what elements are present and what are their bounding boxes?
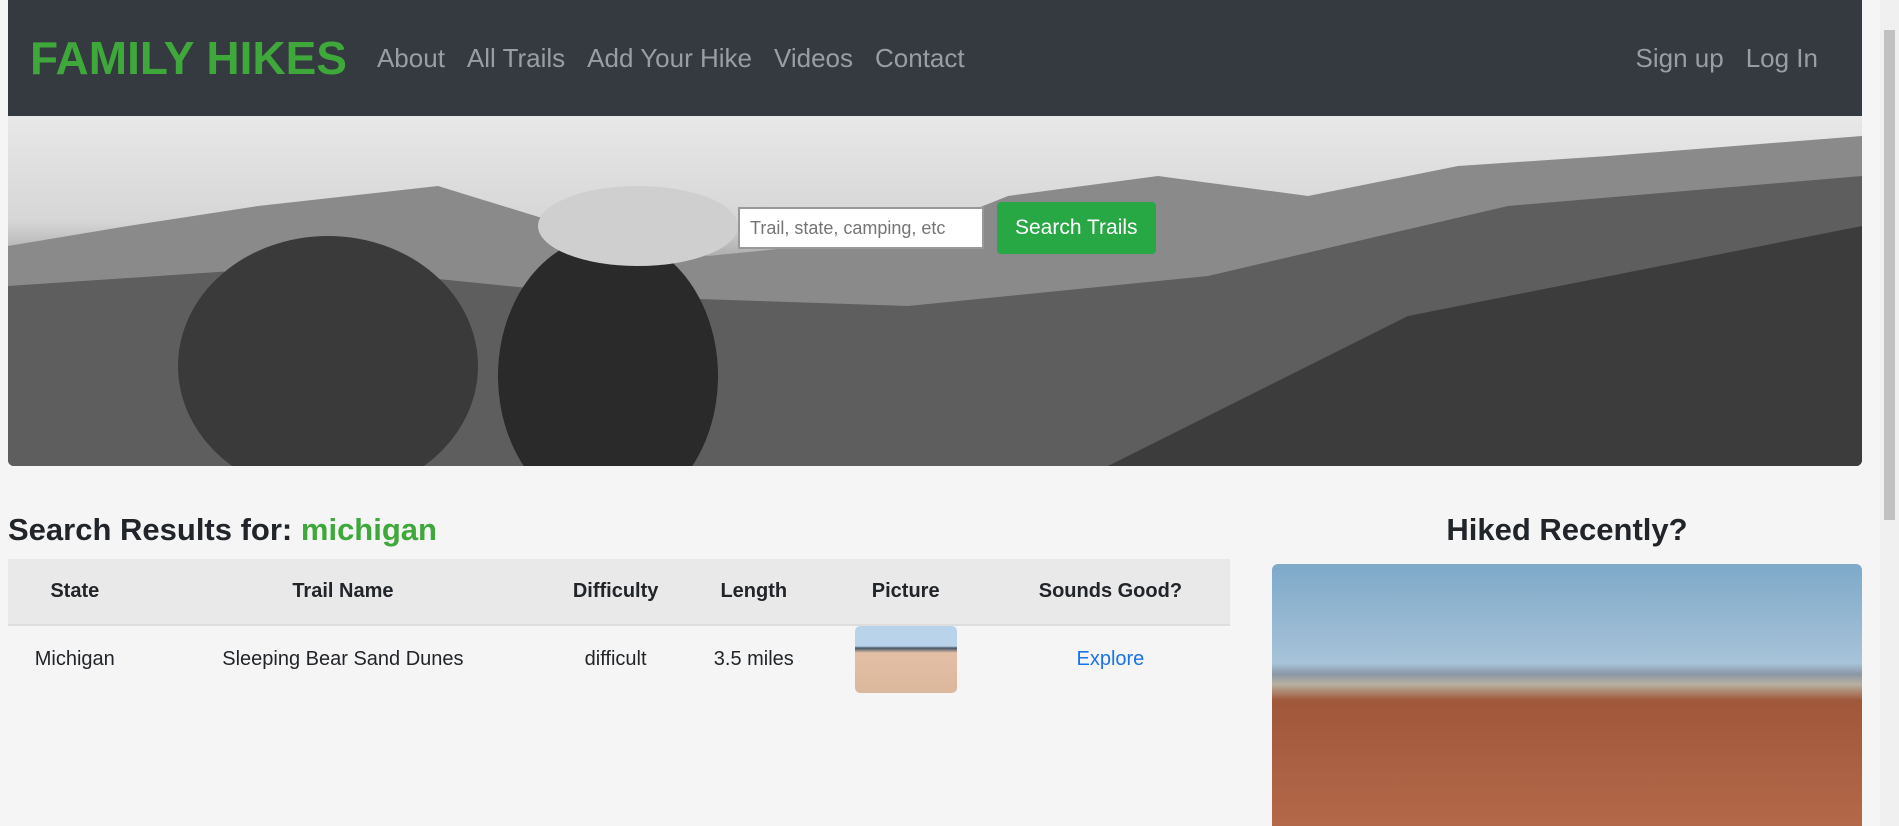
nav-about[interactable]: About (377, 43, 445, 74)
cell-trail-name: Sleeping Bear Sand Dunes (222, 648, 464, 670)
col-sounds-good: Sounds Good? (990, 559, 1230, 626)
col-difficulty: Difficulty (544, 559, 688, 626)
cell-state: Michigan (34, 648, 115, 670)
results-table: State Trail Name Difficulty Length Pictu… (8, 559, 1230, 693)
nav-videos[interactable]: Videos (774, 43, 853, 74)
nav-contact[interactable]: Contact (875, 43, 965, 74)
brand-logo[interactable]: FAMILY HIKES (30, 31, 347, 85)
results-prefix: Search Results for: (8, 512, 293, 547)
trail-search-form: Search Trails (738, 202, 1156, 254)
cell-difficulty: difficult (584, 648, 647, 670)
explore-link[interactable]: Explore (1076, 648, 1144, 670)
table-row: Michigan Sleeping Bear Sand Dunes diffic… (8, 625, 1230, 693)
cell-length: 3.5 miles (713, 648, 794, 670)
nav-all-trails[interactable]: All Trails (467, 43, 565, 74)
scrollbar-thumb[interactable] (1884, 30, 1895, 520)
col-trail-name: Trail Name (141, 559, 545, 626)
trail-thumbnail (854, 626, 957, 693)
search-query: michigan (300, 512, 437, 547)
col-state: State (8, 559, 142, 626)
nav-sign-up[interactable]: Sign up (1636, 43, 1724, 74)
mountain-hero-image (8, 136, 1862, 466)
hiked-recently-heading: Hiked Recently? (1446, 512, 1688, 547)
hiked-recently-image (1272, 564, 1862, 826)
search-trails-button[interactable]: Search Trails (997, 202, 1156, 254)
navbar: FAMILY HIKES About All Trails Add Your H… (8, 0, 1862, 116)
page-scrollbar[interactable] (1880, 0, 1899, 826)
results-heading: Search Results for: michigan (8, 512, 437, 548)
nav-log-in[interactable]: Log In (1746, 43, 1818, 74)
col-picture: Picture (820, 559, 991, 626)
hero-banner: Search Trails (8, 116, 1862, 466)
trail-search-input[interactable] (738, 207, 984, 249)
nav-add-your-hike[interactable]: Add Your Hike (587, 43, 752, 74)
col-length: Length (687, 559, 821, 626)
